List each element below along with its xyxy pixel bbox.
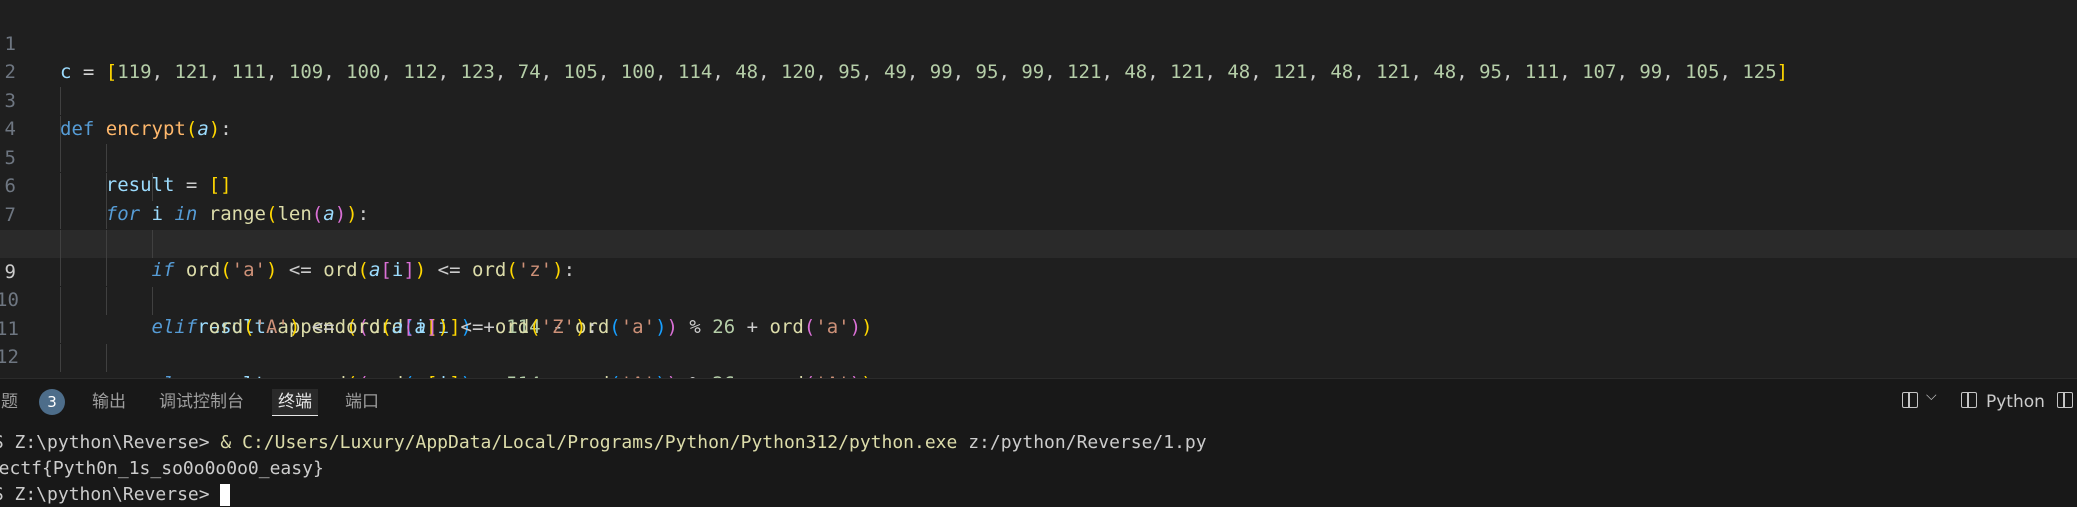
tab-problems[interactable]: 问题 xyxy=(0,389,18,415)
terminal-prompt: PS Z:\python\Reverse> xyxy=(0,432,221,453)
code-line-3[interactable]: 3 def encrypt(a): xyxy=(0,59,2077,140)
indent-guide xyxy=(106,344,107,372)
code-line-4[interactable]: 4 result = [] xyxy=(0,87,2077,196)
tab-terminal[interactable]: 终端 xyxy=(272,389,318,416)
code-line-9-active[interactable]: 9 result.append((ord(a[i]) + 514 - ord('… xyxy=(0,230,2077,378)
indent-guide xyxy=(60,258,61,286)
indent-guide xyxy=(152,287,153,315)
indent-guide xyxy=(60,87,61,115)
indent-guide xyxy=(106,230,107,258)
panel-tab-bar: 问题 3 输出 调试控制台 终端 端口 ⌵ Python xyxy=(0,379,2077,425)
code-line-13[interactable]: 13 return result xyxy=(0,344,2077,378)
terminal-line-3[interactable]: PS Z:\python\Reverse> xyxy=(0,483,231,507)
terminal-cursor xyxy=(220,484,231,506)
tab-debug-console[interactable]: 调试控制台 xyxy=(159,389,244,415)
tab-ports[interactable]: 端口 xyxy=(345,389,379,415)
code-line-11[interactable]: 11 result.append(ord(a[i])) xyxy=(0,287,2077,340)
indent-guide xyxy=(106,173,107,201)
terminal-line-1: PS Z:\python\Reverse> & C:/Users/Luxury/… xyxy=(0,431,1207,455)
indent-guide xyxy=(60,144,61,172)
code-line-7[interactable]: 7 result.append((ord(a[i]) + 114 - ord('… xyxy=(0,173,2077,338)
code-line-2[interactable]: 2 xyxy=(0,30,2077,83)
panel-layout-icon[interactable] xyxy=(2057,392,2073,408)
terminal-line-2: moectf{Pyth0n_1s_so0o0o0o0_easy} xyxy=(0,457,324,481)
chevron-down-icon[interactable]: ⌵ xyxy=(1926,388,1937,404)
terminal-script-arg: z:/python/Reverse/1.py xyxy=(957,432,1207,453)
indent-guide xyxy=(60,230,61,258)
indent-guide xyxy=(60,344,61,372)
terminal-python-icon[interactable] xyxy=(1961,392,1977,408)
terminal-output: moectf{Pyth0n_1s_so0o0o0o0_easy} xyxy=(0,458,324,479)
code-line-12[interactable]: 12 else: xyxy=(0,315,2077,368)
terminal-call-operator: & xyxy=(220,432,243,453)
code-line-10[interactable]: 10 else: xyxy=(0,258,2077,378)
terminal-instance-label[interactable]: Python xyxy=(1986,389,2045,415)
code-line-6[interactable]: 6 if ord('a') <= ord(a[i]) <= ord('z'): xyxy=(0,144,2077,281)
code-line-1[interactable]: 1 c = [119, 121, 111, 109, 100, 112, 123… xyxy=(0,2,2077,83)
indent-guide xyxy=(60,116,61,144)
code-editor[interactable]: 1 c = [119, 121, 111, 109, 100, 112, 123… xyxy=(0,0,2077,378)
terminal-python-exe: C:/Users/Luxury/AppData/Local/Programs/P… xyxy=(242,432,958,453)
indent-guide xyxy=(106,258,107,286)
tab-output[interactable]: 输出 xyxy=(92,389,126,415)
problems-count-badge: 3 xyxy=(39,389,65,415)
indent-guide xyxy=(60,287,61,315)
indent-guide xyxy=(60,173,61,201)
code-line-8[interactable]: 8 elif ord('A') <= ord(a[i]) <= ord('Z')… xyxy=(0,201,2077,338)
indent-guide xyxy=(152,230,153,258)
indent-guide xyxy=(106,144,107,172)
code-line-5[interactable]: 5 for i in range(len(a)): xyxy=(0,116,2077,225)
indent-guide xyxy=(60,315,61,343)
indent-guide xyxy=(106,201,107,229)
split-terminal-icon[interactable] xyxy=(1902,392,1918,408)
bottom-panel: 问题 3 输出 调试控制台 终端 端口 ⌵ Python PS Z:\pytho… xyxy=(0,378,2077,507)
vscode-window: 1 c = [119, 121, 111, 109, 100, 112, 123… xyxy=(0,0,2077,507)
indent-guide xyxy=(60,201,61,229)
indent-guide xyxy=(106,287,107,315)
terminal-prompt: PS Z:\python\Reverse> xyxy=(0,484,221,505)
indent-guide xyxy=(152,173,153,201)
